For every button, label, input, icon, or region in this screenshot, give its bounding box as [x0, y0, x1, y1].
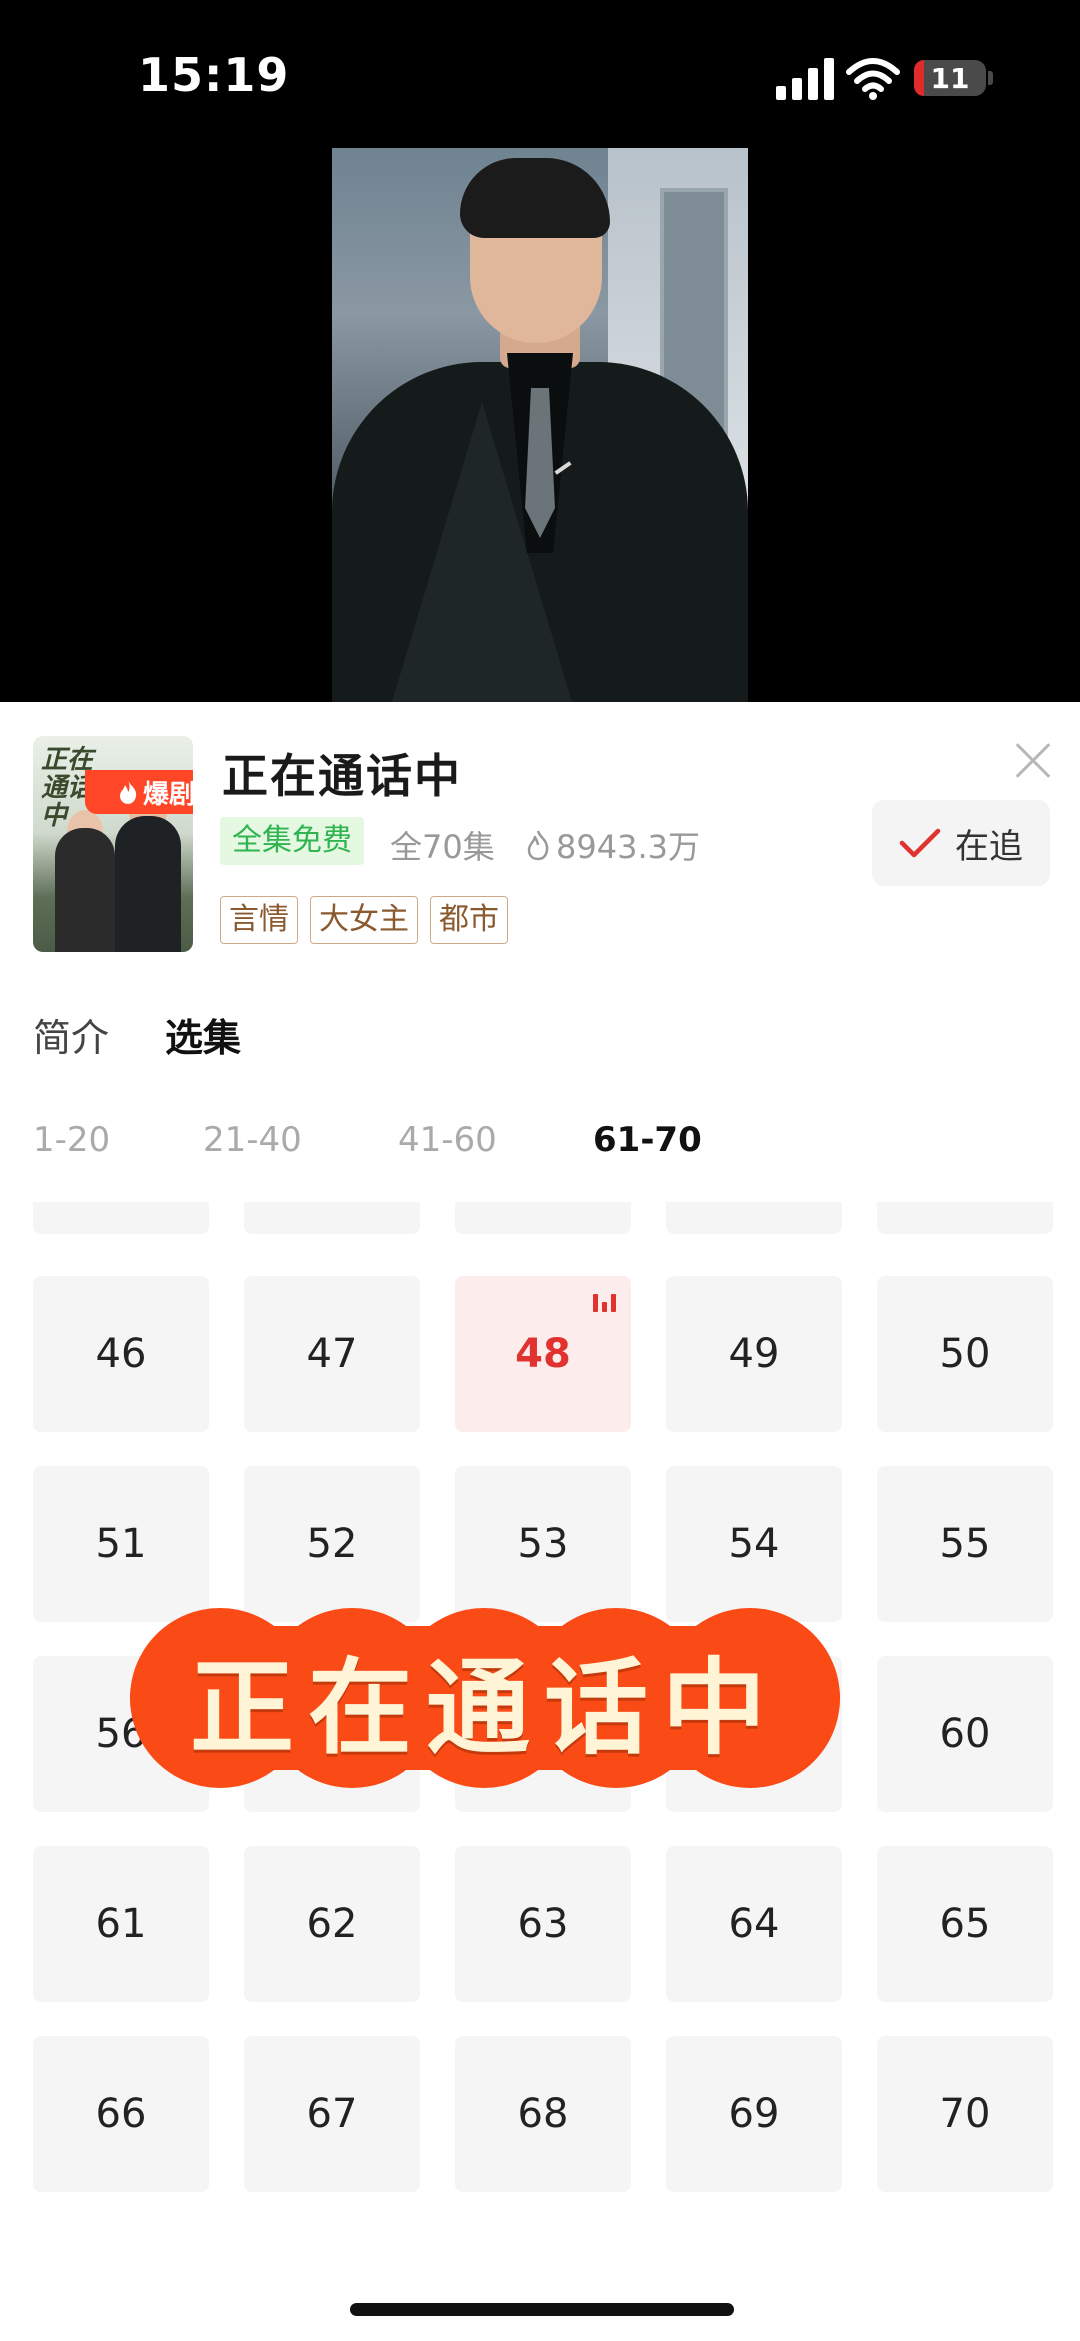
episode-number: 49 — [728, 1331, 780, 1377]
episode-53[interactable]: 53 — [455, 1466, 631, 1622]
fire-icon — [119, 780, 137, 804]
status-bar: 15:19 11 — [0, 0, 1080, 150]
drama-title: 正在通话中 — [222, 749, 462, 803]
episode-number: 67 — [306, 2091, 358, 2137]
episode-52[interactable]: 52 — [244, 1466, 420, 1622]
wifi-icon — [846, 58, 900, 100]
episode-number: 53 — [517, 1521, 569, 1567]
episode-65[interactable]: 65 — [877, 1846, 1053, 2002]
sheet-tabs: 简介 选集 — [33, 1007, 241, 1062]
episode-68[interactable]: 68 — [455, 2036, 631, 2192]
episode-64[interactable]: 64 — [666, 1846, 842, 2002]
episode-item[interactable] — [877, 1202, 1053, 1234]
episode-number: 65 — [939, 1901, 991, 1947]
now-playing-icon — [593, 1290, 619, 1312]
episode-62[interactable]: 62 — [244, 1846, 420, 2002]
episode-item[interactable] — [666, 1202, 842, 1234]
range-tab-61-70[interactable]: 61-70 — [593, 1120, 702, 1160]
episode-number: 47 — [306, 1331, 358, 1377]
episode-61[interactable]: 61 — [33, 1846, 209, 2002]
episode-46[interactable]: 46 — [33, 1276, 209, 1432]
battery-icon: 11 — [914, 60, 986, 96]
episode-number: 61 — [95, 1901, 147, 1947]
episode-number: 66 — [95, 2091, 147, 2137]
range-tab-21-40[interactable]: 21-40 — [203, 1120, 302, 1160]
tab-intro[interactable]: 简介 — [33, 1007, 109, 1062]
episode-50[interactable]: 50 — [877, 1276, 1053, 1432]
range-tab-41-60[interactable]: 41-60 — [398, 1120, 497, 1160]
episode-70[interactable]: 70 — [877, 2036, 1053, 2192]
genre-tag[interactable]: 都市 — [430, 896, 508, 944]
episode-number: 64 — [728, 1901, 780, 1947]
cellular-signal-icon — [776, 58, 836, 100]
check-icon — [899, 828, 941, 858]
episode-number: 68 — [517, 2091, 569, 2137]
battery-level: 11 — [930, 62, 970, 95]
home-indicator[interactable] — [350, 2303, 734, 2316]
episode-count: 全70集 — [390, 828, 495, 866]
episode-51[interactable]: 51 — [33, 1466, 209, 1622]
episode-number: 52 — [306, 1521, 358, 1567]
genre-tag[interactable]: 大女主 — [310, 896, 418, 944]
flame-icon — [527, 830, 549, 861]
episode-item[interactable] — [455, 1202, 631, 1234]
episode-number: 62 — [306, 1901, 358, 1947]
heat-count: 8943.3万 — [524, 822, 700, 868]
episode-67[interactable]: 67 — [244, 2036, 420, 2192]
episode-number: 63 — [517, 1901, 569, 1947]
drama-poster[interactable]: 正在通话中 爆剧 — [33, 736, 193, 952]
episode-sheet: 正在通话中 爆剧 正在通话中 全集免费 全70集 8943.3万 在追 言情 大… — [0, 702, 1080, 2341]
episode-55[interactable]: 55 — [877, 1466, 1053, 1622]
episode-number: 70 — [939, 2091, 991, 2137]
episode-47[interactable]: 47 — [244, 1276, 420, 1432]
episode-number: 46 — [95, 1331, 147, 1377]
episode-69[interactable]: 69 — [666, 2036, 842, 2192]
episode-60[interactable]: 60 — [877, 1656, 1053, 1812]
genre-tag[interactable]: 言情 — [220, 896, 298, 944]
status-time: 15:19 — [138, 48, 290, 102]
free-badge: 全集免费 — [220, 817, 364, 865]
episode-number: 69 — [728, 2091, 780, 2137]
video-player[interactable] — [332, 148, 748, 702]
episode-49[interactable]: 49 — [666, 1276, 842, 1432]
episode-number: 48 — [515, 1331, 571, 1377]
episode-number: 50 — [939, 1331, 991, 1377]
episode-48[interactable]: 48 — [455, 1276, 631, 1432]
tab-episodes[interactable]: 选集 — [165, 1007, 241, 1062]
range-tab-1-20[interactable]: 1-20 — [33, 1120, 110, 1160]
follow-label: 在追 — [955, 826, 1023, 867]
episode-range-tabs: 1-20 21-40 41-60 61-70 — [33, 1120, 1053, 1170]
hot-badge-label: 爆剧 — [142, 779, 193, 810]
episode-number: 55 — [939, 1521, 991, 1567]
episode-number: 51 — [95, 1521, 147, 1567]
episode-number: 54 — [728, 1521, 780, 1567]
close-icon[interactable] — [1008, 736, 1058, 786]
genre-tags: 言情 大女主 都市 — [220, 896, 508, 944]
episode-63[interactable]: 63 — [455, 1846, 631, 2002]
heat-value: 8943.3万 — [556, 828, 700, 866]
episode-54[interactable]: 54 — [666, 1466, 842, 1622]
episode-item[interactable] — [33, 1202, 209, 1234]
episode-number: 60 — [939, 1711, 991, 1757]
episode-66[interactable]: 66 — [33, 2036, 209, 2192]
episode-item[interactable] — [244, 1202, 420, 1234]
hot-badge: 爆剧 — [85, 770, 193, 814]
follow-button[interactable]: 在追 — [872, 800, 1050, 886]
overlay-title-text: 正在通话中 — [189, 1645, 780, 1769]
title-overlay: 正在通话中 — [130, 1608, 840, 1788]
